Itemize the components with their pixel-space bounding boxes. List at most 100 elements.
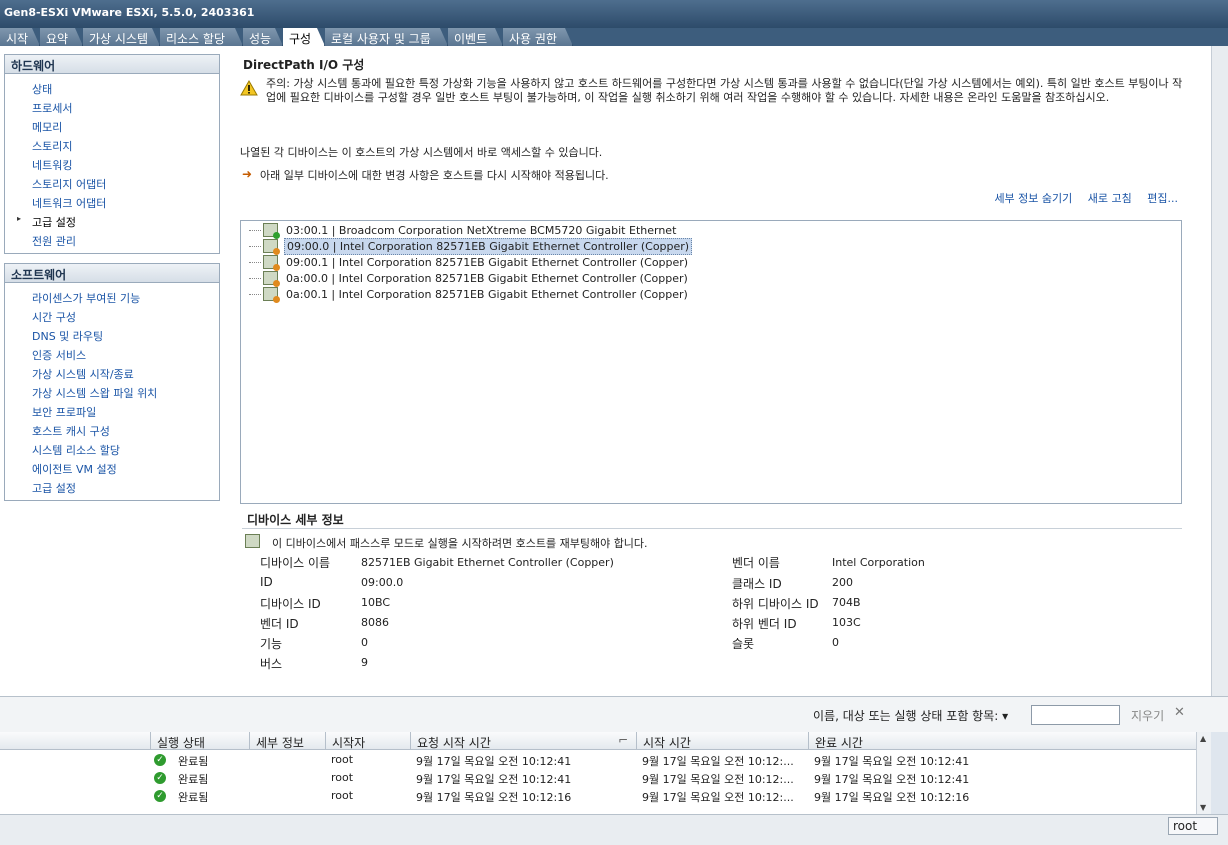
sw-item-auth-services[interactable]: 인증 서비스 <box>5 344 219 363</box>
prop-label-vendor-id: 벤더 ID <box>260 617 299 631</box>
hw-item-storage-adapters[interactable]: 스토리지 어댑터 <box>5 173 219 192</box>
col-status[interactable]: 실행 상태 <box>150 732 249 750</box>
software-panel-title: 소프트웨어 <box>5 264 219 283</box>
tasks-scrollbar[interactable]: ▲ ▼ <box>1196 732 1211 814</box>
task-initiator: root <box>331 753 354 766</box>
recent-tasks-table: 실행 상태 세부 정보 시작자 요청 시작 시간 ⌐ 시작 시간 완료 시간 ✓… <box>0 732 1211 814</box>
col-completed-time[interactable]: 완료 시간 <box>808 732 1030 750</box>
sw-item-host-cache[interactable]: 호스트 캐시 구성 <box>5 420 219 439</box>
tab-configuration[interactable]: 구성 <box>283 28 325 46</box>
prop-label-device-id: 디바이스 ID <box>260 597 321 611</box>
sw-item-system-resource-allocation[interactable]: 시스템 리소스 할당 <box>5 439 219 458</box>
tab-events[interactable]: 이벤트 <box>448 28 503 46</box>
refresh-link[interactable]: 새로 고침 <box>1088 192 1132 205</box>
hw-item-processors[interactable]: 프로세서 <box>5 97 219 116</box>
prop-value-device-id: 10BC <box>361 596 391 609</box>
task-status: 완료됨 <box>178 773 209 786</box>
scroll-down-icon[interactable]: ▼ <box>1200 803 1206 812</box>
task-started: 9월 17일 목요일 오전 10:12:... <box>642 773 794 786</box>
sort-icon: ⌐ <box>617 733 628 747</box>
warning-icon <box>240 80 258 96</box>
col-initiator[interactable]: 시작자 <box>325 732 410 750</box>
task-filter-bar: 이름, 대상 또는 실행 상태 포함 항목: ▾ 지우기 ✕ <box>0 696 1228 732</box>
device-details-title: 디바이스 세부 정보 <box>247 513 344 527</box>
tree-connector <box>249 293 261 295</box>
hw-item-advanced-settings-label: 고급 설정 <box>32 216 76 229</box>
main-content: 하드웨어 상태 프로세서 메모리 스토리지 네트워킹 스토리지 어댑터 네트워크… <box>0 46 1211 696</box>
prop-label-vendor-name: 벤더 이름 <box>732 556 780 570</box>
tree-connector <box>249 261 261 263</box>
col-start-time[interactable]: 시작 시간 <box>636 732 808 750</box>
task-row[interactable]: ✓ 완료됨 root 9월 17일 목요일 오전 10:12:16 9월 17일… <box>0 787 1211 805</box>
directpath-content: DirectPath I/O 구성 주의: 가상 시스템 통과에 필요한 특정 … <box>236 46 1186 696</box>
tab-summary[interactable]: 요약 <box>40 28 83 46</box>
tab-virtual-machines[interactable]: 가상 시스템 <box>83 28 160 46</box>
filter-dropdown[interactable]: 이름, 대상 또는 실행 상태 포함 항목: ▾ <box>813 707 1008 724</box>
device-row[interactable]: 09:00.1 | Intel Corporation 82571EB Giga… <box>249 254 690 271</box>
prop-label-subvendor-id: 하위 벤더 ID <box>732 617 797 631</box>
col-requested-start[interactable]: 요청 시작 시간 ⌐ <box>410 732 636 750</box>
prop-value-function: 0 <box>361 636 368 649</box>
task-requested: 9월 17일 목요일 오전 10:12:41 <box>416 773 572 786</box>
device-row-selected[interactable]: 09:00.0 | Intel Corporation 82571EB Giga… <box>249 237 693 255</box>
prop-value-class-id: 200 <box>832 576 853 589</box>
tab-start[interactable]: 시작 <box>0 28 40 46</box>
prop-value-subdevice-id: 704B <box>832 596 861 609</box>
hw-item-memory[interactable]: 메모리 <box>5 116 219 135</box>
hw-item-power-management[interactable]: 전원 관리 <box>5 230 219 249</box>
filter-input[interactable] <box>1031 705 1120 725</box>
task-completed: 9월 17일 목요일 오전 10:12:41 <box>814 773 970 786</box>
device-label: 09:00.1 | Intel Corporation 82571EB Giga… <box>286 255 689 269</box>
prop-value-id: 09:00.0 <box>361 576 404 589</box>
details-divider <box>242 528 1182 529</box>
sw-item-time-config[interactable]: 시간 구성 <box>5 306 219 325</box>
tab-permissions[interactable]: 사용 권한 <box>503 28 573 46</box>
device-row[interactable]: 0a:00.1 | Intel Corporation 82571EB Giga… <box>249 286 690 303</box>
task-initiator: root <box>331 789 354 802</box>
device-row[interactable]: 0a:00.0 | Intel Corporation 82571EB Giga… <box>249 270 690 287</box>
selected-arrow-icon: ▸ <box>17 214 22 223</box>
prop-value-bus: 9 <box>361 656 368 669</box>
intro-text: 나열된 각 디바이스는 이 호스트의 가상 시스템에서 바로 액세스할 수 있습… <box>240 146 603 159</box>
task-requested: 9월 17일 목요일 오전 10:12:16 <box>416 791 572 804</box>
sw-item-vm-startup-shutdown[interactable]: 가상 시스템 시작/종료 <box>5 363 219 382</box>
hw-item-advanced-settings[interactable]: ▸ 고급 설정 <box>5 211 219 230</box>
scroll-up-icon[interactable]: ▲ <box>1200 734 1206 743</box>
sw-item-agent-vm-settings[interactable]: 에이전트 VM 설정 <box>5 458 219 477</box>
task-row[interactable]: ✓ 완료됨 root 9월 17일 목요일 오전 10:12:41 9월 17일… <box>0 769 1211 787</box>
task-row[interactable]: ✓ 완료됨 root 9월 17일 목요일 오전 10:12:41 9월 17일… <box>0 751 1211 769</box>
hardware-panel: 하드웨어 상태 프로세서 메모리 스토리지 네트워킹 스토리지 어댑터 네트워크… <box>4 54 220 254</box>
prop-label-bus: 버스 <box>260 657 283 671</box>
tasks-header: 실행 상태 세부 정보 시작자 요청 시작 시간 ⌐ 시작 시간 완료 시간 <box>0 732 1211 750</box>
hw-item-storage[interactable]: 스토리지 <box>5 135 219 154</box>
pci-device-icon <box>263 287 280 303</box>
prop-value-vendor-name: Intel Corporation <box>832 556 925 569</box>
reboot-arrow-icon: ➜ <box>242 167 253 181</box>
sw-item-licensed-features[interactable]: 라이센스가 부여된 기능 <box>5 287 219 306</box>
section-title: DirectPath I/O 구성 <box>243 58 365 72</box>
close-icon[interactable]: ✕ <box>1174 705 1185 720</box>
hw-item-health-status[interactable]: 상태 <box>5 78 219 97</box>
task-completed: 9월 17일 목요일 오전 10:12:41 <box>814 755 970 768</box>
col-details[interactable]: 세부 정보 <box>249 732 325 750</box>
sw-item-advanced-settings[interactable]: 고급 설정 <box>5 477 219 496</box>
hw-item-networking[interactable]: 네트워킹 <box>5 154 219 173</box>
tab-resource-allocation[interactable]: 리소스 할당 <box>160 28 243 46</box>
tab-performance[interactable]: 성능 <box>243 28 283 46</box>
prop-value-subvendor-id: 103C <box>832 616 861 629</box>
device-label: 0a:00.0 | Intel Corporation 82571EB Giga… <box>286 271 688 285</box>
device-row[interactable]: 03:00.1 | Broadcom Corporation NetXtreme… <box>249 222 678 239</box>
sw-item-security-profile[interactable]: 보안 프로파일 <box>5 401 219 420</box>
edit-link[interactable]: 편집... <box>1147 192 1178 205</box>
prop-value-vendor-id: 8086 <box>361 616 389 629</box>
clear-filter-link[interactable]: 지우기 <box>1131 707 1164 724</box>
task-initiator: root <box>331 771 354 784</box>
sw-item-vm-swapfile-location[interactable]: 가상 시스템 스왑 파일 위치 <box>5 382 219 401</box>
hide-details-link[interactable]: 세부 정보 숨기기 <box>994 192 1072 205</box>
hw-item-network-adapters[interactable]: 네트워크 어댑터 <box>5 192 219 211</box>
device-label: 09:00.0 | Intel Corporation 82571EB Giga… <box>284 237 693 255</box>
tab-local-users-groups[interactable]: 로컬 사용자 및 그룹 <box>325 28 448 46</box>
prop-label-device-name: 디바이스 이름 <box>260 556 331 570</box>
sw-item-dns-routing[interactable]: DNS 및 라우팅 <box>5 325 219 344</box>
main-scrollbar[interactable] <box>1211 46 1228 696</box>
